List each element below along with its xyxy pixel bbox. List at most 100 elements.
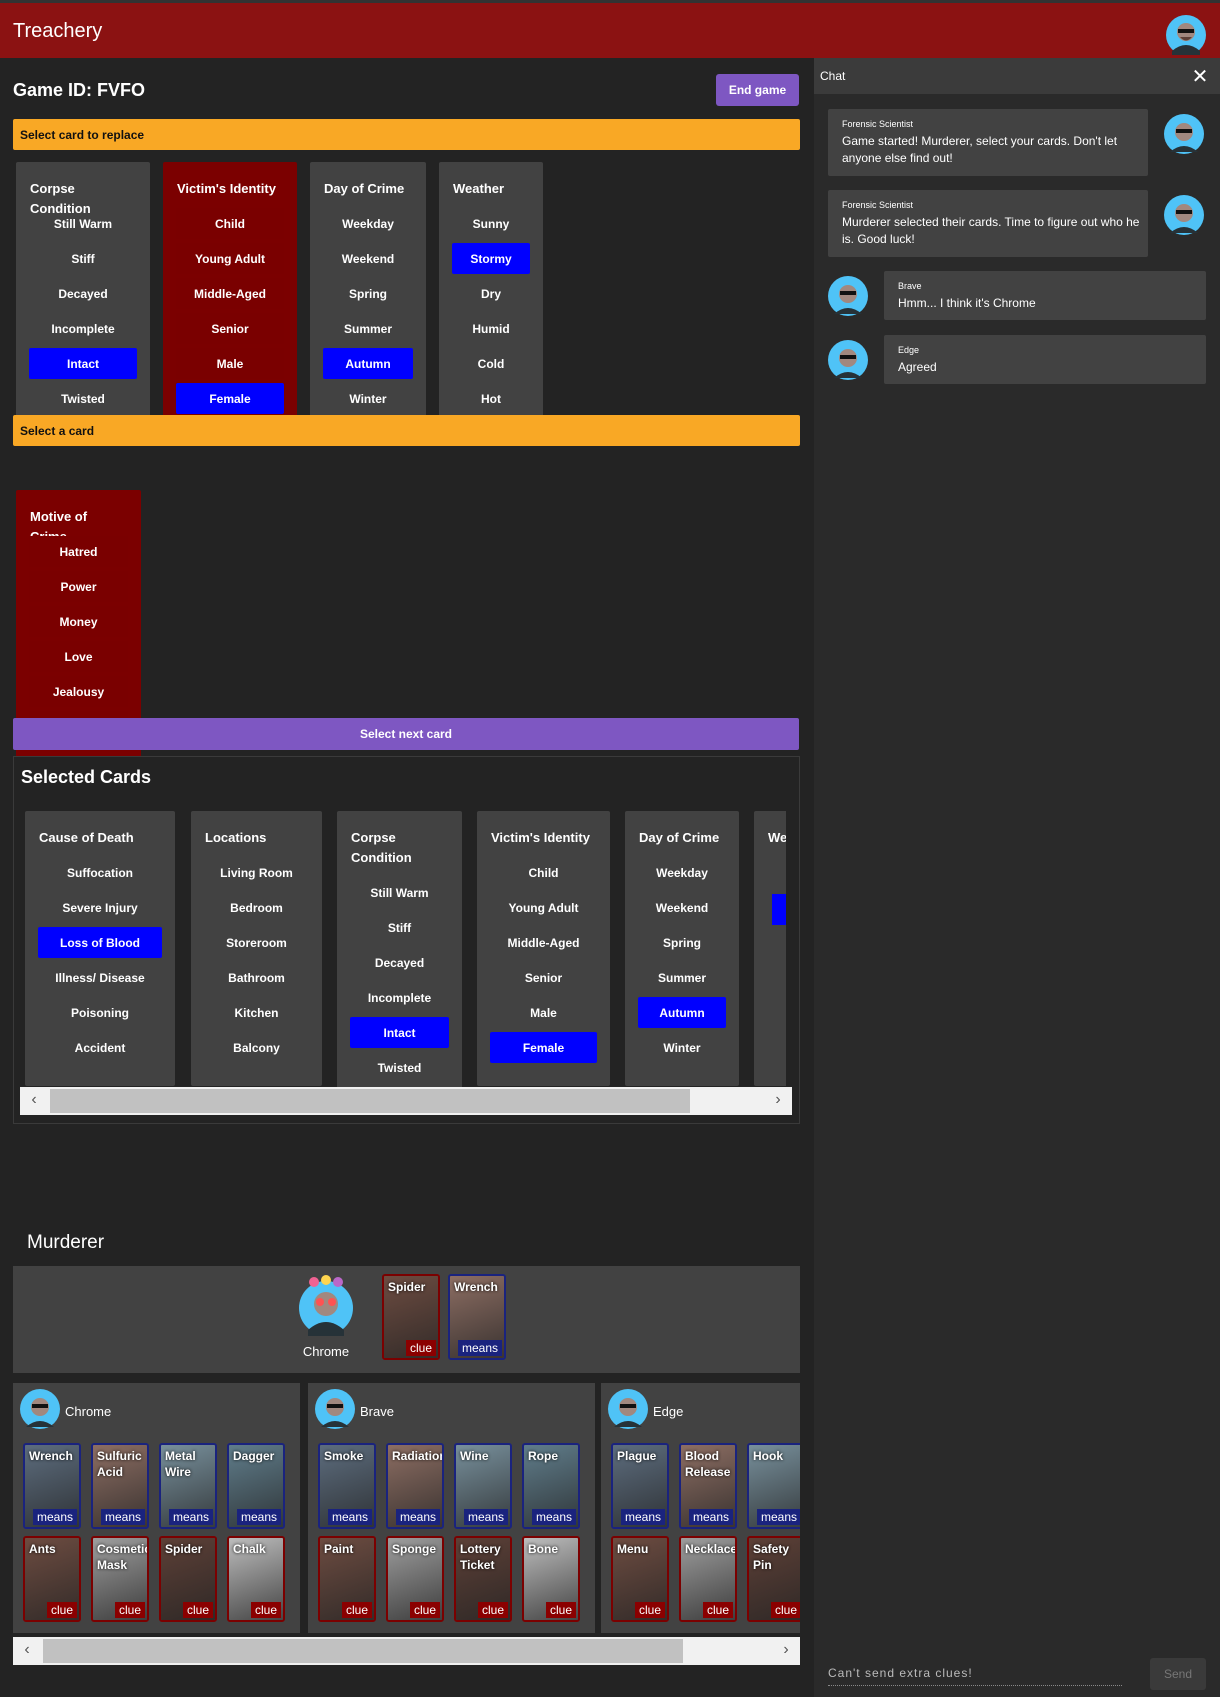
card-title: Corpse Condition	[30, 181, 91, 216]
card-title: Locations	[205, 830, 267, 845]
card-tile-sulfuric-acid[interactable]: Sulfuric Acid means	[91, 1443, 149, 1529]
send-button[interactable]: Send	[1150, 1658, 1206, 1690]
card-victim-s-identity[interactable]: Victim's Identity Child Young Adult Middle-…	[163, 162, 297, 437]
clue-tag: clue	[341, 1602, 372, 1618]
card-option[interactable]: Female	[176, 383, 284, 414]
card-option: Male	[530, 1005, 557, 1020]
card-tile-chalk[interactable]: Chalk clue	[227, 1536, 285, 1622]
card-option[interactable]: Young Adult	[176, 243, 284, 274]
chat-avatar-icon	[1164, 195, 1204, 235]
end-game-button[interactable]: End game	[716, 74, 799, 106]
murderer-name: Chrome	[302, 1344, 350, 1359]
clue-tag: clue	[634, 1602, 665, 1618]
card-option[interactable]: Love	[29, 641, 128, 672]
card-option[interactable]: Hot	[452, 383, 530, 414]
card-option[interactable]: Male	[176, 348, 284, 379]
card-option[interactable]: Twisted	[29, 383, 137, 414]
card-option[interactable]: Child	[176, 208, 284, 239]
card-tile-lottery-ticket[interactable]: Lottery Ticket clue	[454, 1536, 512, 1622]
card-option[interactable]: Humid	[452, 313, 530, 344]
card-option: Bathroom	[228, 970, 285, 985]
card-option[interactable]: Intact	[29, 348, 137, 379]
selected-card-cause-of-death: Cause of Death Suffocation Severe Injury Lo…	[25, 811, 175, 1086]
close-icon[interactable]: ✕	[1188, 64, 1212, 89]
card-tile-safety-pin[interactable]: Safety Pin clue	[747, 1536, 800, 1622]
card-name: Hook	[753, 1449, 783, 1463]
card-tile-dagger[interactable]: Dagger means	[227, 1443, 285, 1529]
players-scroll-right-icon[interactable]: ›	[776, 1641, 796, 1659]
scroll-thumb[interactable]	[50, 1089, 690, 1113]
card-option[interactable]: Summer	[323, 313, 413, 344]
card-weather[interactable]: Weather Sunny Stormy Dry Humid Cold Hot	[439, 162, 543, 437]
card-tile-plague[interactable]: Plague means	[611, 1443, 669, 1529]
card-tile-wrench[interactable]: Wrench means	[23, 1443, 81, 1529]
card-tile-menu[interactable]: Menu clue	[611, 1536, 669, 1622]
card-name: Wrench	[454, 1280, 498, 1294]
card-tile-spider[interactable]: Spider clue	[382, 1274, 440, 1360]
card-tile-paint[interactable]: Paint clue	[318, 1536, 376, 1622]
card-option[interactable]: Stormy	[452, 243, 530, 274]
card-option[interactable]: Middle-Aged	[176, 278, 284, 309]
card-option[interactable]: Cold	[452, 348, 530, 379]
card-option[interactable]: Incomplete	[29, 313, 137, 344]
card-option[interactable]: Still Warm	[29, 208, 137, 239]
card-option[interactable]: Money	[29, 606, 128, 637]
card-option[interactable]: Power	[29, 571, 128, 602]
card-option[interactable]: Hatred	[29, 536, 128, 567]
card-option-selected	[772, 894, 786, 925]
card-option[interactable]: Jealousy	[29, 676, 128, 707]
card-option[interactable]: Decayed	[29, 278, 137, 309]
card-option[interactable]: Dry	[452, 278, 530, 309]
card-tile-metal-wire[interactable]: Metal Wire means	[159, 1443, 217, 1529]
card-tile-ants[interactable]: Ants clue	[23, 1536, 81, 1622]
selected-cards-scrollbar[interactable]: ‹ ›	[20, 1087, 792, 1115]
players-scrollbar[interactable]: ‹ ›	[13, 1637, 800, 1665]
card-tile-hook[interactable]: Hook means	[747, 1443, 800, 1529]
card-option[interactable]: Weekend	[323, 243, 413, 274]
card-tile-radiation[interactable]: Radiation means	[386, 1443, 444, 1529]
means-tag: means	[531, 1509, 576, 1525]
card-option[interactable]: Spring	[323, 278, 413, 309]
players-scroll-left-icon[interactable]: ‹	[17, 1641, 37, 1659]
card-name: Ants	[29, 1542, 56, 1556]
message-text: Agreed	[898, 360, 937, 374]
user-avatar-icon[interactable]	[1166, 15, 1206, 55]
card-tile-blood-release[interactable]: Blood Release means	[679, 1443, 737, 1529]
card-tile-cosmetic-mask[interactable]: Cosmetic Mask clue	[91, 1536, 149, 1622]
card-name: Plague	[617, 1449, 657, 1463]
card-option: Balcony	[233, 1040, 280, 1055]
card-option[interactable]: Senior	[176, 313, 284, 344]
card-title: Corpse Condition	[351, 830, 412, 865]
card-tile-spider[interactable]: Spider clue	[159, 1536, 217, 1622]
card-tile-wrench[interactable]: Wrench means	[448, 1274, 506, 1360]
card-option: Accident	[74, 1040, 126, 1055]
card-name: Wrench	[29, 1449, 73, 1463]
card-corpse-condition[interactable]: Corpse Condition Still Warm Stiff Decayed In…	[16, 162, 150, 437]
card-option: Incomplete	[367, 990, 432, 1005]
card-option[interactable]: Winter	[323, 383, 413, 414]
card-tile-smoke[interactable]: Smoke means	[318, 1443, 376, 1529]
card-option: Winter	[663, 1040, 701, 1055]
card-title: Cause of Death	[39, 830, 134, 845]
clue-tag: clue	[405, 1340, 436, 1356]
card-option[interactable]: Sunny	[452, 208, 530, 239]
means-tag: means	[327, 1509, 372, 1525]
card-option[interactable]: Weekday	[323, 208, 413, 239]
select-next-card-button[interactable]: Select next card	[13, 718, 799, 750]
card-tile-necklace[interactable]: Necklace clue	[679, 1536, 737, 1622]
card-option[interactable]: Autumn	[323, 348, 413, 379]
card-tile-bone[interactable]: Bone clue	[522, 1536, 580, 1622]
card-option[interactable]: Stiff	[29, 243, 137, 274]
card-option: Autumn	[638, 997, 726, 1028]
scroll-right-icon[interactable]: ›	[768, 1091, 788, 1109]
scroll-left-icon[interactable]: ‹	[24, 1091, 44, 1109]
card-option: Illness/ Disease	[55, 970, 145, 985]
clue-tag: clue	[545, 1602, 576, 1618]
card-tile-wine[interactable]: Wine means	[454, 1443, 512, 1529]
card-day-of-crime[interactable]: Day of Crime Weekday Weekend Spring Summer Au…	[310, 162, 426, 437]
card-tile-rope[interactable]: Rope means	[522, 1443, 580, 1529]
card-name: Cosmetic Mask	[97, 1542, 149, 1572]
chat-input[interactable]: Can't send extra clues!	[828, 1660, 1122, 1686]
card-tile-sponge[interactable]: Sponge clue	[386, 1536, 444, 1622]
players-scroll-thumb[interactable]	[43, 1639, 683, 1663]
